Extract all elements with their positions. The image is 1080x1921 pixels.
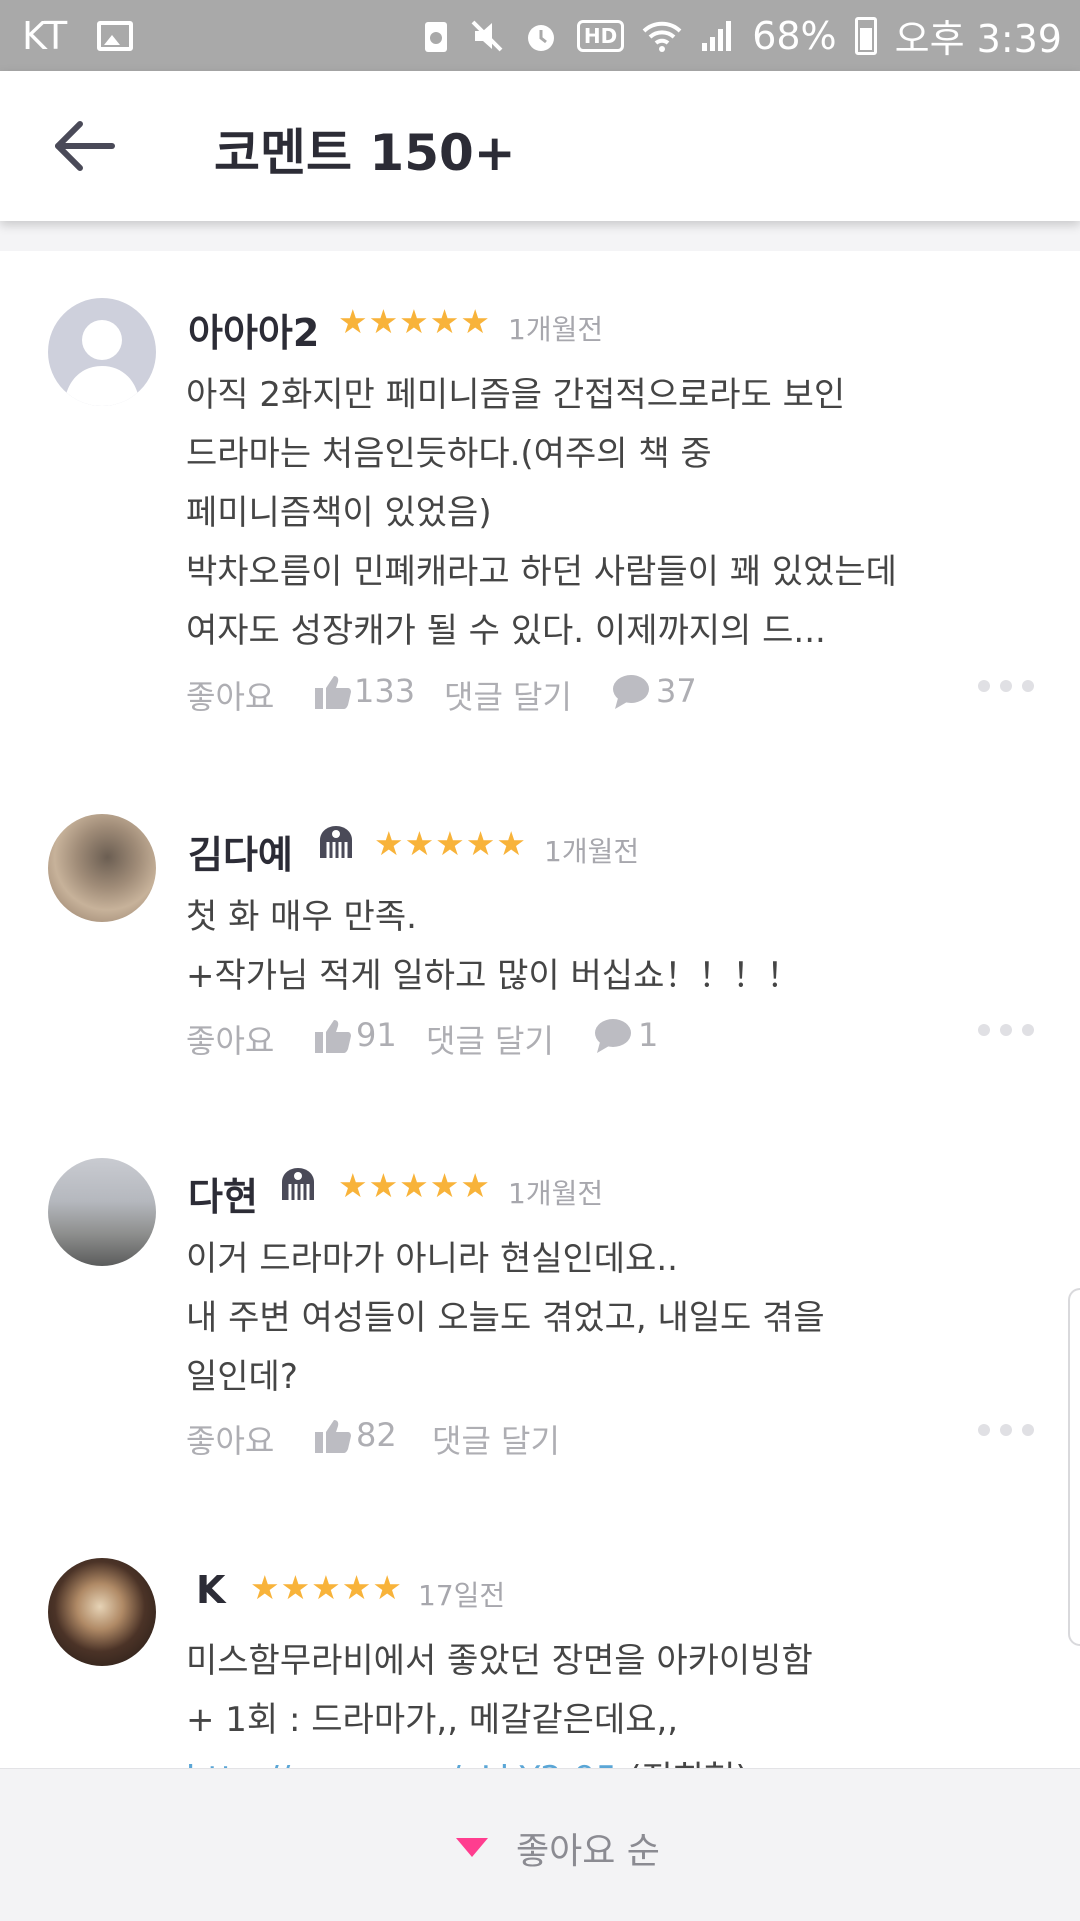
- avatar[interactable]: [48, 1558, 156, 1666]
- reply-button[interactable]: 댓글 달기: [432, 1416, 560, 1462]
- battery-icon: [854, 16, 877, 55]
- mute-icon: [471, 20, 503, 51]
- comment-text[interactable]: 첫 화 매우 만족. +작가님 적게 일하고 많이 버십쇼！！！！: [186, 888, 966, 1006]
- comment-text[interactable]: 아직 2화지만 페미니즘을 간접적으로라도 보인 드라마는 처음인듯하다.(여주…: [186, 366, 966, 661]
- status-bar: KT HD 68% 오후 3:39: [0, 0, 1080, 71]
- reply-count: 1: [638, 1016, 659, 1054]
- like-button[interactable]: 좋아요: [186, 1416, 274, 1462]
- more-options-icon[interactable]: [978, 1424, 1034, 1438]
- avatar[interactable]: [48, 1158, 156, 1266]
- rating-stars: ★★★★★: [338, 1166, 491, 1205]
- comment-actions: 좋아요 82 댓글 달기: [186, 1416, 966, 1460]
- commenter-name: 김다예: [188, 833, 293, 877]
- comment-date: 1개월전: [544, 835, 640, 868]
- comment-actions: 좋아요 133 댓글 달기 37: [186, 672, 966, 716]
- hd-icon: HD: [576, 19, 625, 52]
- commenter-name: 다현: [188, 1175, 258, 1219]
- like-count: 91: [356, 1016, 397, 1054]
- comment-actions: 좋아요 91 댓글 달기 1: [186, 1016, 966, 1060]
- commenter-name: K: [196, 1568, 226, 1612]
- reply-button[interactable]: 댓글 달기: [426, 1016, 554, 1062]
- rating-stars: ★★★★★: [374, 824, 527, 863]
- sort-bar[interactable]: 좋아요 순: [0, 1768, 1080, 1921]
- battery-percent: 68%: [752, 13, 837, 58]
- comment-date: 17일전: [418, 1579, 506, 1612]
- signal-icon: [702, 20, 732, 51]
- sort-dropdown-triangle-icon[interactable]: [456, 1838, 488, 1857]
- rating-stars: ★★★★★: [338, 302, 491, 341]
- thumbs-up-icon[interactable]: [314, 1018, 352, 1054]
- comment-bubble-icon[interactable]: [612, 674, 650, 710]
- back-arrow-icon[interactable]: [50, 116, 118, 176]
- comment-bubble-icon[interactable]: [594, 1018, 632, 1054]
- rating-stars: ★★★★★: [250, 1568, 403, 1607]
- comment-date: 1개월전: [508, 1177, 604, 1210]
- sort-label[interactable]: 좋아요 순: [516, 1822, 660, 1874]
- recycle-icon: [424, 21, 447, 52]
- comment-text[interactable]: 이거 드라마가 아니라 현실인데요.. 내 주변 여성들이 오늘도 겪었고, 내…: [186, 1230, 966, 1407]
- more-options-icon[interactable]: [978, 1024, 1034, 1038]
- like-button[interactable]: 좋아요: [186, 672, 274, 718]
- like-button[interactable]: 좋아요: [186, 1016, 274, 1062]
- page-title: 코멘트 150+: [214, 124, 516, 182]
- top-reviewer-badge-icon: [320, 826, 352, 858]
- avatar[interactable]: [48, 298, 156, 406]
- image-icon: [97, 20, 134, 51]
- reply-count: 37: [656, 672, 697, 710]
- like-count: 133: [354, 672, 416, 710]
- thumbs-up-icon[interactable]: [314, 1418, 352, 1454]
- more-options-icon[interactable]: [978, 680, 1034, 694]
- reply-button[interactable]: 댓글 달기: [444, 672, 572, 718]
- avatar[interactable]: [48, 814, 156, 922]
- carrier-label: KT: [22, 13, 68, 58]
- clock: 오후 3:39: [894, 17, 1062, 61]
- divider: [0, 221, 1080, 251]
- scrollbar[interactable]: [1068, 1288, 1080, 1646]
- like-count: 82: [356, 1416, 397, 1454]
- wifi-icon: [642, 21, 682, 52]
- alarm-icon: [527, 24, 554, 51]
- commenter-name: 아아아2: [188, 311, 320, 355]
- app-header: 코멘트 150+: [0, 71, 1080, 221]
- comment-date: 1개월전: [508, 313, 604, 346]
- thumbs-up-icon[interactable]: [314, 674, 352, 710]
- top-reviewer-badge-icon: [282, 1168, 314, 1200]
- user-silhouette-icon: [64, 320, 140, 406]
